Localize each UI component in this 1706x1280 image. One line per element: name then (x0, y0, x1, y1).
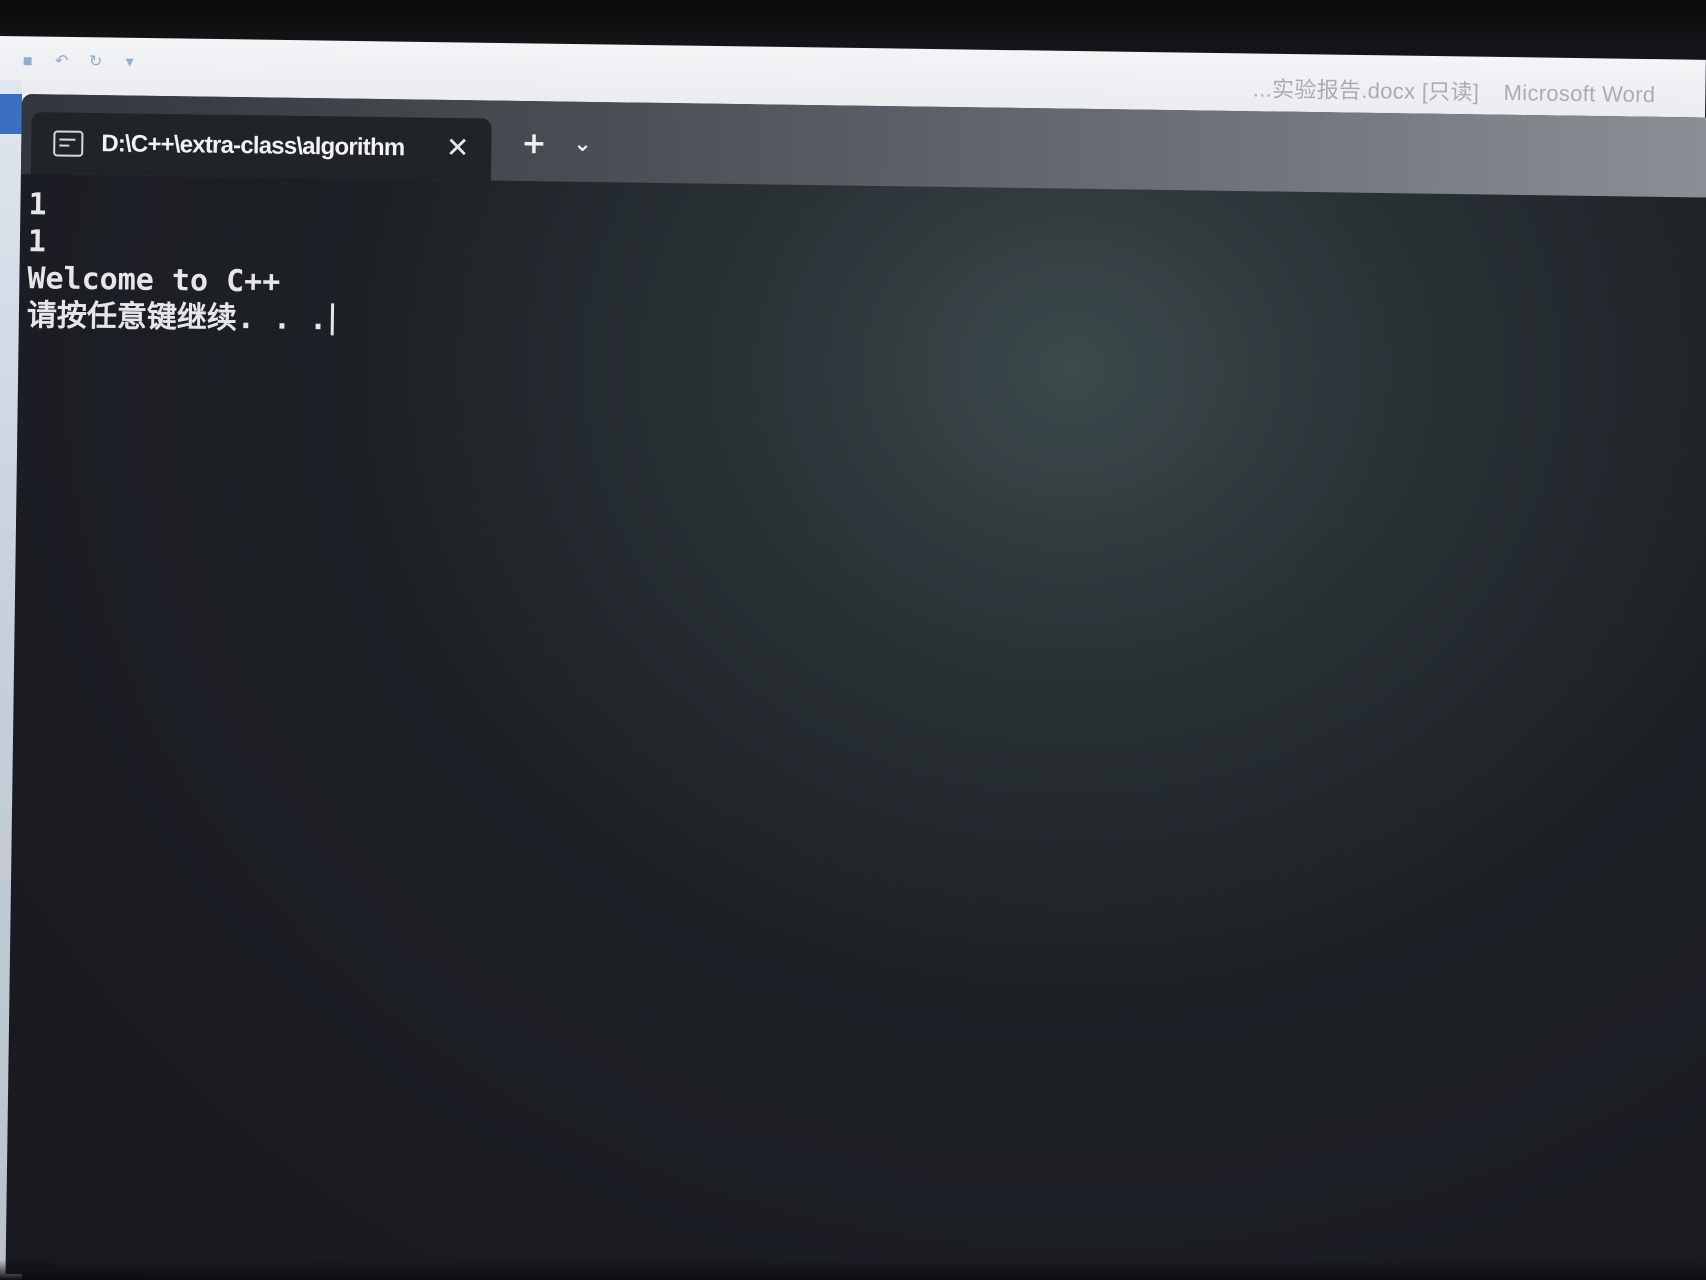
output-line: 1 (28, 187, 47, 223)
pause-prompt: 请按任意键继续. . . (26, 298, 328, 338)
output-line: Welcome to C++ (27, 261, 281, 300)
chevron-down-icon[interactable]: ⌄ (573, 132, 592, 158)
word-file-tab[interactable] (0, 94, 22, 134)
terminal-tab[interactable]: D:\C++\extra-class\algorithm ✕ (30, 112, 492, 181)
customize-icon[interactable]: ▾ (120, 52, 140, 72)
text-cursor (330, 303, 335, 336)
undo-icon[interactable]: ↶ (52, 51, 72, 71)
redo-icon[interactable]: ↻ (86, 51, 106, 71)
console-output[interactable]: 1 1 Welcome to C++ 请按任意键继续. . . (27, 186, 336, 338)
terminal-window: D:\C++\extra-class\algorithm ✕ + ⌄ 1 1 Wel… (5, 94, 1706, 1280)
monitor-bezel (0, 0, 1706, 40)
new-tab-button[interactable]: + (521, 126, 547, 161)
document-title: ...实验报告.docx [只读] (1252, 76, 1480, 105)
save-icon[interactable]: ▪ (18, 50, 38, 70)
word-window-title: ...实验报告.docx [只读] Microsoft Word (1253, 71, 1656, 109)
app-name: Microsoft Word (1503, 80, 1656, 108)
tab-title: D:\C++\extra-class\algorithm (101, 130, 405, 162)
terminal-icon (53, 130, 84, 157)
close-icon[interactable]: ✕ (446, 131, 470, 164)
output-line: 1 (27, 224, 47, 260)
output-line-prompt: 请按任意键继续. . . (27, 297, 335, 338)
bottom-bezel (0, 1260, 1706, 1280)
quick-access-toolbar: ▪ ↶ ↻ ▾ (18, 50, 140, 72)
screen: ▪ ↶ ↻ ▾ ...实验报告.docx [只读] Microsoft Word… (0, 0, 1706, 1280)
